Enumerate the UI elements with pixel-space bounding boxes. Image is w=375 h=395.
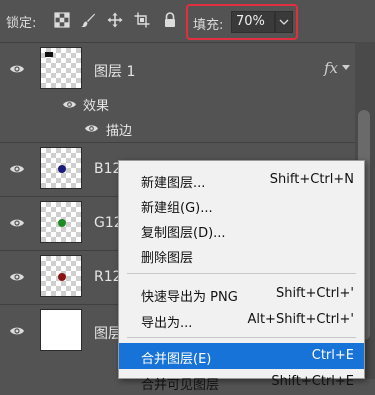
menu-item-quick-export-png[interactable]: 快速导出为 PNG Shift+Ctrl+' [119, 281, 364, 307]
red-dot [58, 273, 66, 281]
menu-item-delete-layer[interactable]: 删除图层 [119, 242, 364, 268]
menu-item-shortcut: Alt+Shift+Ctrl+' [247, 312, 354, 327]
menu-item-shortcut: Shift+Ctrl+N [269, 172, 354, 187]
layer-name: 图层 1 [94, 64, 136, 80]
visibility-eye-icon[interactable] [9, 271, 25, 283]
stroke-effect-label: 描边 [106, 124, 133, 139]
fill-input[interactable]: 70% [231, 11, 275, 33]
fill-label: 填充: [193, 18, 224, 33]
lock-position-icon[interactable] [107, 12, 123, 28]
layer-row-layer-1[interactable]: 图层 1 fx [0, 42, 375, 96]
menu-item-label: 合并可见图层 [141, 378, 220, 393]
menu-separator [127, 337, 356, 338]
fill-control-highlight: 填充: 70% [186, 4, 298, 40]
lock-all-icon[interactable] [162, 12, 178, 28]
lock-label: 锁定: [6, 16, 37, 31]
layer-options-bar: 锁定: 填充: 70% [0, 0, 375, 42]
menu-item-label: 合并图层(E) [141, 352, 212, 367]
menu-item-label: 快速导出为 PNG [141, 290, 238, 305]
menu-item-duplicate-layer[interactable]: 复制图层(D)... [119, 217, 364, 243]
menu-item-shortcut: Ctrl+E [311, 348, 354, 363]
effects-fx-icon[interactable]: fx [324, 59, 338, 77]
effects-row[interactable]: 效果 [0, 92, 375, 116]
menu-item-merge-visible[interactable]: 合并可见图层 Shift+Ctrl+E [119, 369, 364, 395]
visibility-eye-icon[interactable] [9, 63, 25, 75]
menu-item-new-layer[interactable]: 新建图层... Shift+Ctrl+N [119, 167, 364, 193]
layer-thumbnail [40, 309, 82, 351]
fill-dropdown-button[interactable] [275, 11, 293, 33]
visibility-eye-icon[interactable] [9, 163, 25, 175]
menu-item-label: 复制图层(D)... [141, 226, 226, 241]
lock-transparent-pixels-icon[interactable] [54, 12, 70, 28]
layer-content-mark [45, 52, 53, 57]
menu-item-label: 新建图层... [141, 176, 206, 191]
lock-image-pixels-icon[interactable] [80, 12, 96, 28]
collapse-arrow-icon[interactable] [342, 65, 350, 70]
visibility-eye-icon[interactable] [9, 217, 25, 229]
stroke-effect-row[interactable]: 描边 [0, 116, 375, 140]
menu-item-shortcut: Shift+Ctrl+' [275, 286, 354, 301]
menu-item-shortcut: Shift+Ctrl+E [271, 374, 354, 389]
layer-thumbnail [40, 147, 82, 189]
effects-label: 效果 [83, 99, 110, 114]
green-dot [58, 219, 66, 227]
visibility-eye-icon[interactable] [84, 123, 99, 134]
menu-item-new-group[interactable]: 新建组(G)... [119, 192, 364, 218]
menu-item-export-as[interactable]: 导出为... Alt+Shift+Ctrl+' [119, 307, 364, 333]
menu-item-label: 导出为... [141, 316, 193, 331]
menu-separator [127, 273, 356, 274]
layer-context-menu: 新建图层... Shift+Ctrl+N 新建组(G)... 复制图层(D)..… [118, 160, 365, 393]
menu-item-label: 新建组(G)... [141, 201, 213, 216]
blue-dot [58, 165, 66, 173]
visibility-eye-icon[interactable] [9, 325, 25, 337]
chevron-down-icon [279, 19, 289, 25]
layer-thumbnail [40, 255, 82, 297]
layer-thumbnail [40, 201, 82, 243]
layer-thumbnail [40, 47, 82, 89]
lock-artboard-icon[interactable] [134, 12, 150, 28]
menu-item-label: 删除图层 [141, 251, 194, 266]
menu-item-merge-layers[interactable]: 合并图层(E) Ctrl+E [119, 343, 364, 369]
visibility-eye-icon[interactable] [62, 99, 77, 110]
